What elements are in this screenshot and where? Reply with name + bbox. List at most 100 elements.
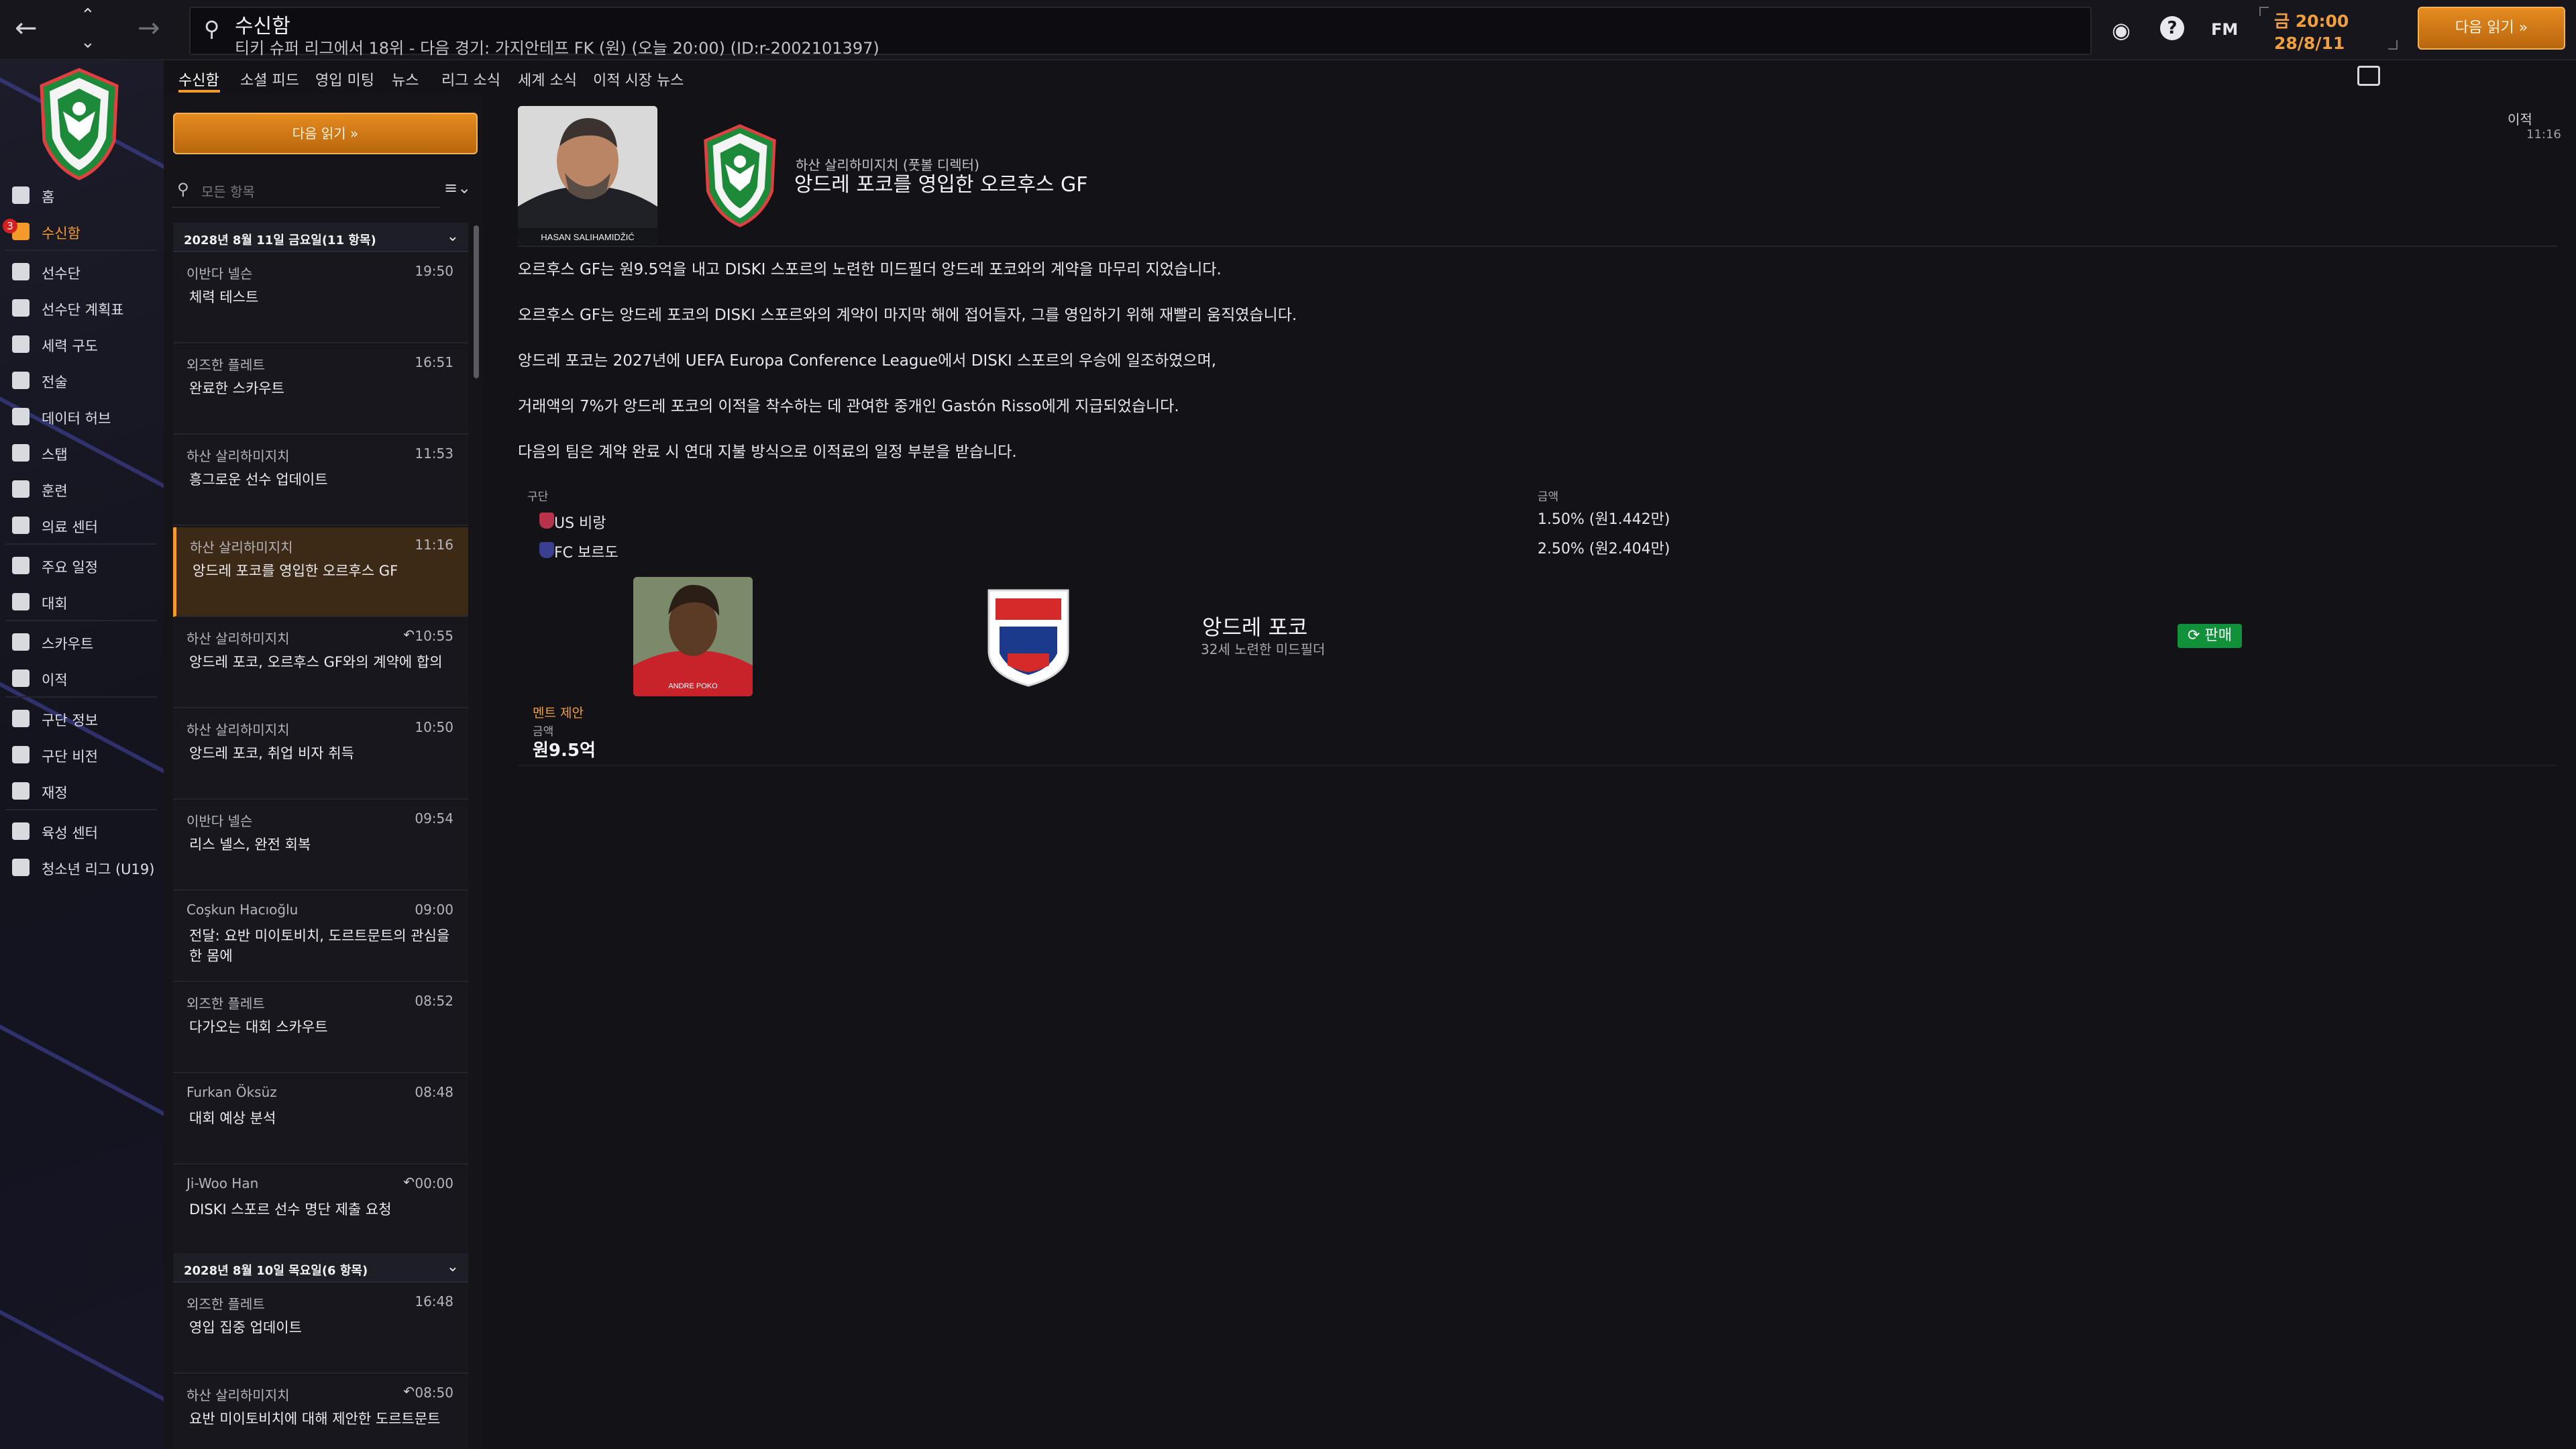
continue-button[interactable]: 다음 읽기 » [2418,7,2565,50]
list-item[interactable]: 외즈한 플레트 16:51 완료한 스카우트 [173,345,468,435]
sidebar-divider [5,250,157,251]
forward-arrow-icon[interactable]: → [138,15,160,42]
message-time: 08:50 [415,1385,453,1401]
game-clock-date: 28/8/11 [2274,34,2345,53]
chevron-down-icon[interactable]: ⌄ [80,34,95,51]
sidebar-item-finances[interactable]: 재정 [0,774,164,808]
tab-world-news[interactable]: 세계 소식 [518,68,577,90]
sidebar-item-club-info[interactable]: 구단 정보 [0,702,164,735]
sidebar-item-squad[interactable]: 선수단 [0,255,164,288]
refresh-icon: ⟳ [2188,627,2205,644]
tab-inbox[interactable]: 수신함 [178,68,219,90]
club-name: FC 보르도 [554,545,619,561]
solidarity-amount: 2.50% (원2.404만) [1538,541,1670,557]
list-item[interactable]: Ji-Woo Han ↶ 00:00 DISKI 스포르 선수 명단 제출 요청 [173,1166,468,1256]
sidebar-item-label: 스탭 [42,447,68,463]
sidebar-item-transfers[interactable]: 이적 [0,661,164,695]
help-icon[interactable]: ? [2160,16,2184,40]
message-paragraph: 오르후스 GF는 앙드레 포코의 DISKI 스포르와의 계약이 마지막 해에 … [518,307,1297,324]
sender-photo[interactable]: HASAN SALIHAMIDŽIĆ [518,106,657,244]
sidebar-item-competitions[interactable]: 대회 [0,585,164,619]
table-row[interactable]: FC 보르도 [539,541,619,562]
sidebar-item-scouting[interactable]: 스카우트 [0,625,164,659]
message-sender: 하산 살리하미지치 [190,539,293,555]
sidebar-item-youth-league[interactable]: 청소년 리그 (U19) [0,851,164,884]
message-time: 16:48 [415,1293,453,1309]
tab-news[interactable]: 뉴스 [392,68,419,90]
read-next-button[interactable]: 다음 읽기 » [173,113,478,154]
sidebar-item-schedule[interactable]: 주요 일정 [0,549,164,582]
message-time: 16:51 [415,354,453,370]
table-row[interactable]: US 비랑 [539,511,606,533]
sidebar-item-club-vision[interactable]: 구단 비전 [0,738,164,771]
inbox-list: 다음 읽기 » ⚲ 모든 항목 ≡⌄ 2028년 8월 11일 금요일(11 항… [164,94,483,1449]
message-category[interactable]: 이적 [2508,109,2532,128]
fm-logo-icon[interactable]: FM [2211,20,2238,39]
sidebar-item-dynamics[interactable]: 세력 구도 [0,327,164,361]
list-item[interactable]: 하산 살리하미지치 11:53 흥그로운 선수 업데이트 [173,436,468,526]
sidebar-item-label: 선수단 [42,266,80,282]
sidebar-item-label: 청소년 리그 (U19) [42,861,155,877]
chevron-up-icon[interactable]: ⌃ [80,7,95,24]
new-club-crest[interactable] [985,586,1072,688]
message-subject: 리스 넬스, 완전 회복 [189,837,311,853]
tab-recruitment-meeting[interactable]: 영입 미팅 [315,68,374,90]
tab-league-news[interactable]: 리그 소식 [441,68,500,90]
globe-icon[interactable]: ◉ [2112,17,2131,43]
sidebar-item-development[interactable]: 육성 센터 [0,814,164,848]
message-subject: 전달: 요반 미이토비치, 도르트문트의 관심을 한 몸에 [189,928,450,964]
sidebar-item-medical[interactable]: 의료 센터 [0,508,164,542]
reply-icon: ↶ [403,627,415,643]
sidebar-item-label: 선수단 계획표 [42,302,124,318]
message-sender: 이반다 넬슨 [186,266,253,282]
tab-social-feed[interactable]: 소셜 피드 [240,68,299,90]
sidebar-item-home[interactable]: 홈 [0,178,164,212]
message-sender: 하산 살리하미지치 [186,722,290,738]
list-item-selected[interactable]: 하산 살리하미지치 11:16 앙드레 포코를 영입한 오르후스 GF [173,527,468,617]
list-item[interactable]: Coşkun Hacıoğlu 09:00 전달: 요반 미이토비치, 도르트문… [173,892,468,982]
club-crest-icon [704,124,776,227]
screen-layout-icon[interactable] [2357,66,2380,86]
list-scrollbar[interactable] [474,225,479,378]
message-title: 앙드레 포코를 영입한 오르후스 GF [794,173,1088,197]
message-subject: 다가오는 대회 스카우트 [189,1019,328,1035]
divider [518,765,2557,766]
date-group-header[interactable]: 2028년 8월 11일 금요일(11 항목) ⌄ [173,223,468,252]
staff-icon [12,444,30,462]
home-icon [12,186,30,204]
sidebar-item-training[interactable]: 훈련 [0,472,164,506]
sidebar-item-label: 세력 구도 [42,338,98,354]
sidebar-item-data-hub[interactable]: 데이터 허브 [0,400,164,433]
player-name[interactable]: 앙드레 포코 [1202,610,1307,641]
filter-field[interactable]: ⚲ 모든 항목 [172,170,440,208]
reply-icon: ↶ [403,1174,415,1190]
player-photo[interactable]: ANDRE POKO [633,577,753,696]
filter-input[interactable]: 모든 항목 [201,181,255,201]
list-item[interactable]: 이반다 넬슨 09:54 리스 넬스, 완전 회복 [173,801,468,891]
sidebar-item-staff[interactable]: 스탭 [0,436,164,470]
date-group-header[interactable]: 2028년 8월 10일 목요일(6 항목) ⌄ [173,1253,468,1283]
sidebar-item-inbox[interactable]: 수신함 [0,215,164,248]
club-logo[interactable] [699,123,781,228]
youth-icon [12,859,30,876]
sidebar-item-squad-planner[interactable]: 선수단 계획표 [0,291,164,325]
search-icon[interactable]: ⚲ [204,16,219,42]
sidebar-item-tactics[interactable]: 전술 [0,364,164,397]
breadcrumb[interactable]: ⚲ 수신함 티키 슈퍼 리그에서 18위 - 다음 경기: 가지안테프 FK (… [189,7,2092,58]
message-time: 08:48 [415,1084,453,1100]
chevron-down-icon[interactable]: ⌄ [447,228,459,245]
sort-menu-icon[interactable]: ≡⌄ [444,178,471,197]
back-arrow-icon[interactable]: ← [15,15,38,42]
list-item[interactable]: 외즈한 플레트 08:52 다가오는 대회 스카우트 [173,983,468,1073]
tab-transfer-news[interactable]: 이적 시장 뉴스 [593,68,684,90]
list-item[interactable]: 하산 살리하미지치 ↶ 10:55 앙드레 포코, 오르후스 GF와의 계약에 … [173,619,468,708]
trophy-icon [12,593,30,610]
list-item[interactable]: 이반다 넬슨 19:50 체력 테스트 [173,254,468,343]
message-sender: 외즈한 플레트 [186,996,265,1012]
list-item[interactable]: 외즈한 플레트 16:48 영입 집중 업데이트 [173,1284,468,1374]
list-item[interactable]: 하산 살리하미지치 10:50 앙드레 포코, 취업 비자 취득 [173,710,468,800]
list-item[interactable]: 하산 살리하미지치 ↶ 08:50 요반 미이토비치에 대해 제안한 도르트문트 [173,1375,468,1449]
list-item[interactable]: Furkan Öksüz 08:48 대회 예상 분석 [173,1075,468,1165]
chevron-down-icon[interactable]: ⌄ [447,1258,459,1275]
club-logo[interactable] [36,67,122,181]
